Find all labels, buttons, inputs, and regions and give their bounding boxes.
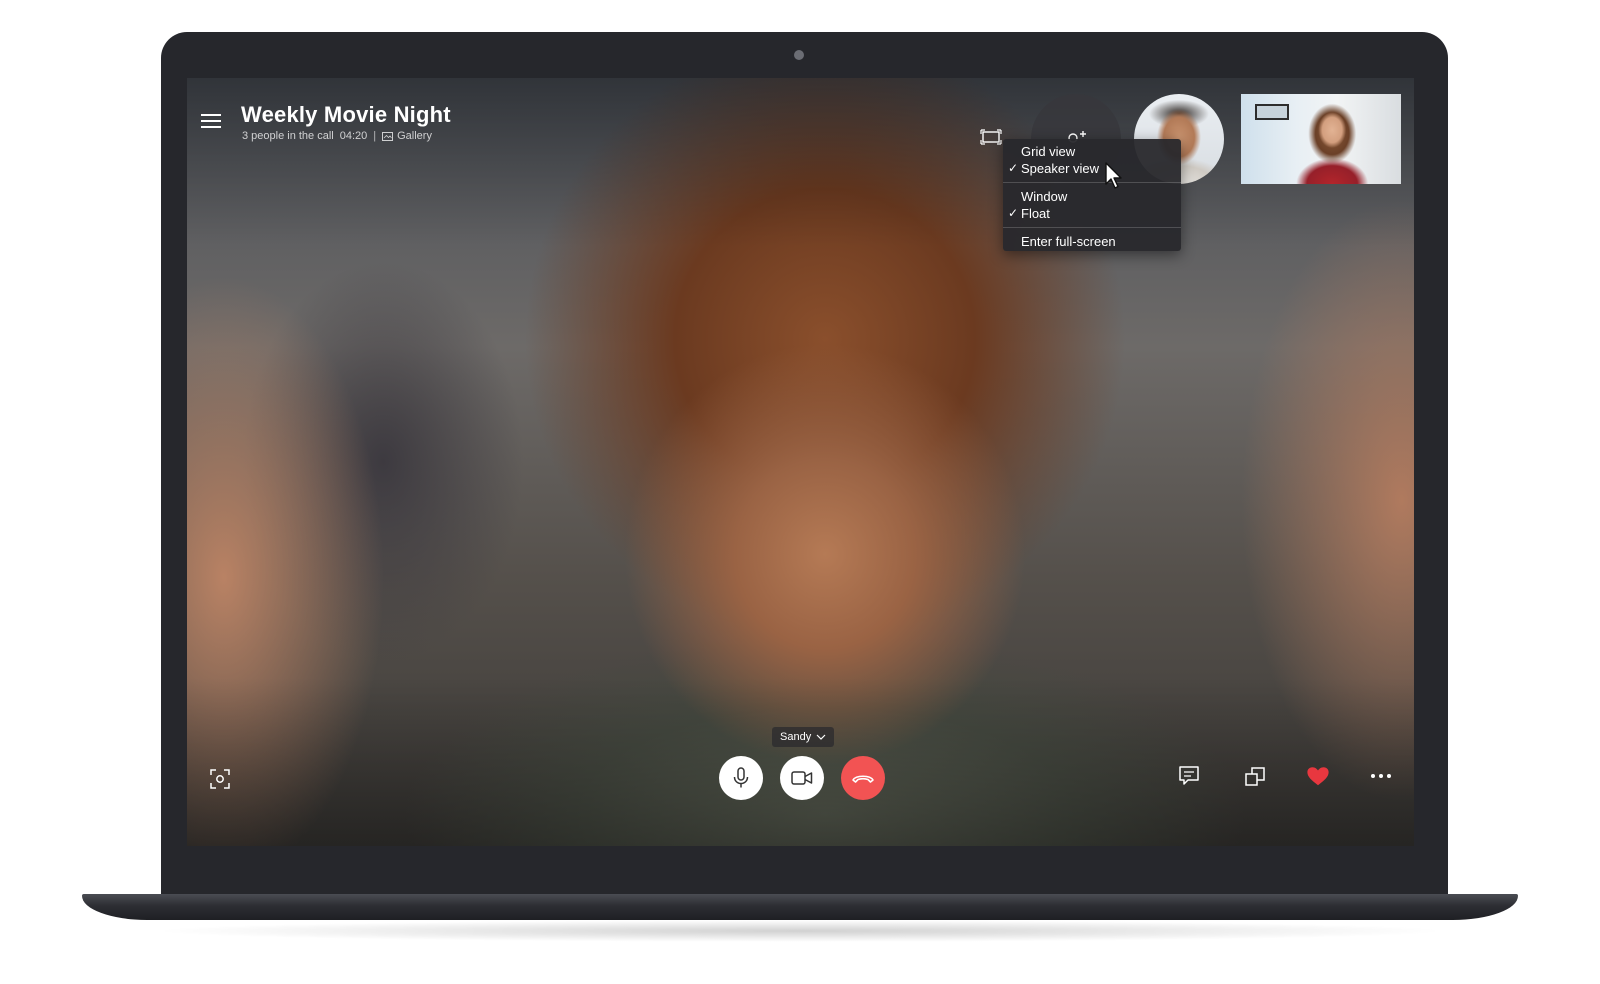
check-icon: ✓ xyxy=(1008,161,1019,175)
menu-divider xyxy=(1003,227,1181,228)
chevron-down-icon xyxy=(816,734,826,740)
end-call-button[interactable] xyxy=(841,756,885,800)
mute-button[interactable] xyxy=(719,756,763,800)
webcam xyxy=(794,50,804,60)
switch-view-icon xyxy=(1245,767,1265,786)
menu-icon[interactable] xyxy=(200,112,222,130)
menu-item-window[interactable]: Window xyxy=(1003,188,1181,205)
call-title: Weekly Movie Night xyxy=(241,102,451,127)
layout-icon[interactable] xyxy=(980,129,1002,145)
mouse-cursor-icon xyxy=(1105,162,1122,189)
heart-icon xyxy=(1307,767,1329,786)
more-options-button[interactable] xyxy=(1369,764,1393,788)
more-icon xyxy=(1371,774,1391,778)
gallery-icon xyxy=(382,131,394,141)
self-view-video[interactable] xyxy=(1241,94,1401,184)
participant-count: 3 people in the call xyxy=(242,130,334,142)
gallery-label: Gallery xyxy=(397,130,432,142)
chat-button[interactable] xyxy=(1177,764,1201,788)
menu-item-label: Float xyxy=(1021,206,1050,221)
menu-item-speaker-view[interactable]: ✓ Speaker view xyxy=(1003,160,1181,177)
end-call-icon xyxy=(852,775,874,783)
video-camera-icon xyxy=(791,771,813,785)
switch-view-button[interactable] xyxy=(1243,764,1267,788)
view-menu: Grid view ✓ Speaker view Window ✓ Float … xyxy=(1003,139,1181,251)
gallery-button[interactable]: Gallery xyxy=(382,130,432,142)
react-button[interactable] xyxy=(1306,764,1330,788)
screenshot-icon[interactable] xyxy=(209,768,231,790)
video-toggle-button[interactable] xyxy=(780,756,824,800)
meta-separator: | xyxy=(373,130,377,142)
menu-item-label: Speaker view xyxy=(1021,161,1100,176)
microphone-icon xyxy=(733,767,749,788)
speaker-name: Sandy xyxy=(780,731,812,743)
laptop-base xyxy=(82,894,1518,920)
menu-item-enter-full-screen[interactable]: Enter full-screen xyxy=(1003,233,1181,250)
menu-item-label: Enter full-screen xyxy=(1021,234,1116,249)
check-icon: ✓ xyxy=(1008,206,1019,220)
laptop-shadow xyxy=(150,920,1450,942)
menu-item-label: Window xyxy=(1021,189,1068,204)
menu-item-grid-view[interactable]: Grid view xyxy=(1003,143,1181,160)
menu-divider xyxy=(1003,182,1181,183)
call-timer: 04:20 xyxy=(339,130,368,142)
speaker-name-chip[interactable]: Sandy xyxy=(772,727,835,747)
wall-picture xyxy=(1255,104,1289,120)
menu-item-label: Grid view xyxy=(1021,144,1076,159)
menu-item-float[interactable]: ✓ Float xyxy=(1003,205,1181,222)
call-meta: 3 people in the call 04:20 | Gallery xyxy=(242,130,432,142)
chat-icon xyxy=(1179,766,1199,785)
